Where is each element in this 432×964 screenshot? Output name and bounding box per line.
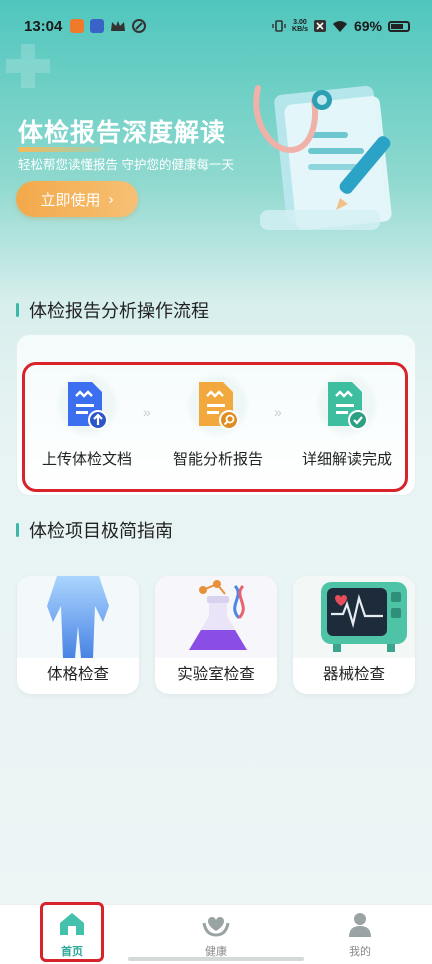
guide-card-lab[interactable]: 实验室检查 (155, 576, 277, 694)
medical-cross-icon (6, 44, 50, 88)
body-figure-icon (17, 576, 139, 658)
network-speed-unit: KB/s (292, 26, 308, 33)
medical-report-illustration (253, 85, 392, 230)
wifi-icon (332, 20, 347, 32)
lab-flask-icon (155, 576, 277, 658)
section-marker (16, 523, 19, 537)
system-status: 3.00 KB/s 69% (272, 18, 410, 34)
status-time: 13:04 (24, 17, 63, 35)
hero-subtitle: 轻松帮您读懂报告 守护您的健康每一天 (18, 158, 234, 172)
vibrate-icon (272, 20, 286, 32)
start-use-button[interactable]: 立即使用 › (16, 181, 138, 217)
section-marker (16, 303, 19, 317)
start-use-label: 立即使用 (40, 191, 101, 209)
guide-card-physical[interactable]: 体格检查 (17, 576, 139, 694)
notification-icons (70, 19, 147, 33)
process-section-title: 体检报告分析操作流程 (16, 297, 209, 323)
link-icon (132, 19, 147, 33)
guide-card-equipment[interactable]: 器械检查 (293, 576, 415, 694)
health-hands-icon (201, 909, 231, 939)
process-title-text: 体检报告分析操作流程 (29, 301, 209, 321)
annotation-highlight-home (40, 902, 104, 962)
guide-card-physical-label: 体格检查 (46, 666, 109, 683)
annotation-highlight-process (22, 362, 408, 492)
guide-card-lab-label: 实验室检查 (177, 666, 255, 683)
nav-health[interactable]: 健康 (181, 909, 251, 959)
chevron-right-icon: › (108, 190, 114, 208)
guide-section-title: 体检项目极简指南 (16, 517, 173, 543)
battery-icon (388, 20, 410, 32)
guide-card-equipment-label: 器械检查 (322, 666, 385, 683)
monitor-icon (293, 576, 415, 658)
battery-percent: 69% (353, 18, 382, 34)
game-notification-icon (90, 19, 105, 33)
no-sim-icon (313, 20, 326, 32)
home-indicator[interactable] (128, 957, 304, 961)
user-icon (345, 909, 375, 939)
crown-icon (111, 21, 126, 31)
nav-profile-label: 我的 (349, 946, 371, 958)
hero-title: 体检报告深度解读 (18, 113, 226, 152)
status-bar: 13:04 3.00 KB/s 69% (0, 0, 432, 52)
app-notification-icon (70, 19, 85, 33)
network-speed: 3.00 KB/s (292, 19, 308, 33)
guide-title-text: 体检项目极简指南 (29, 521, 173, 541)
network-speed-value: 3.00 (293, 19, 307, 26)
nav-profile[interactable]: 我的 (325, 909, 395, 959)
